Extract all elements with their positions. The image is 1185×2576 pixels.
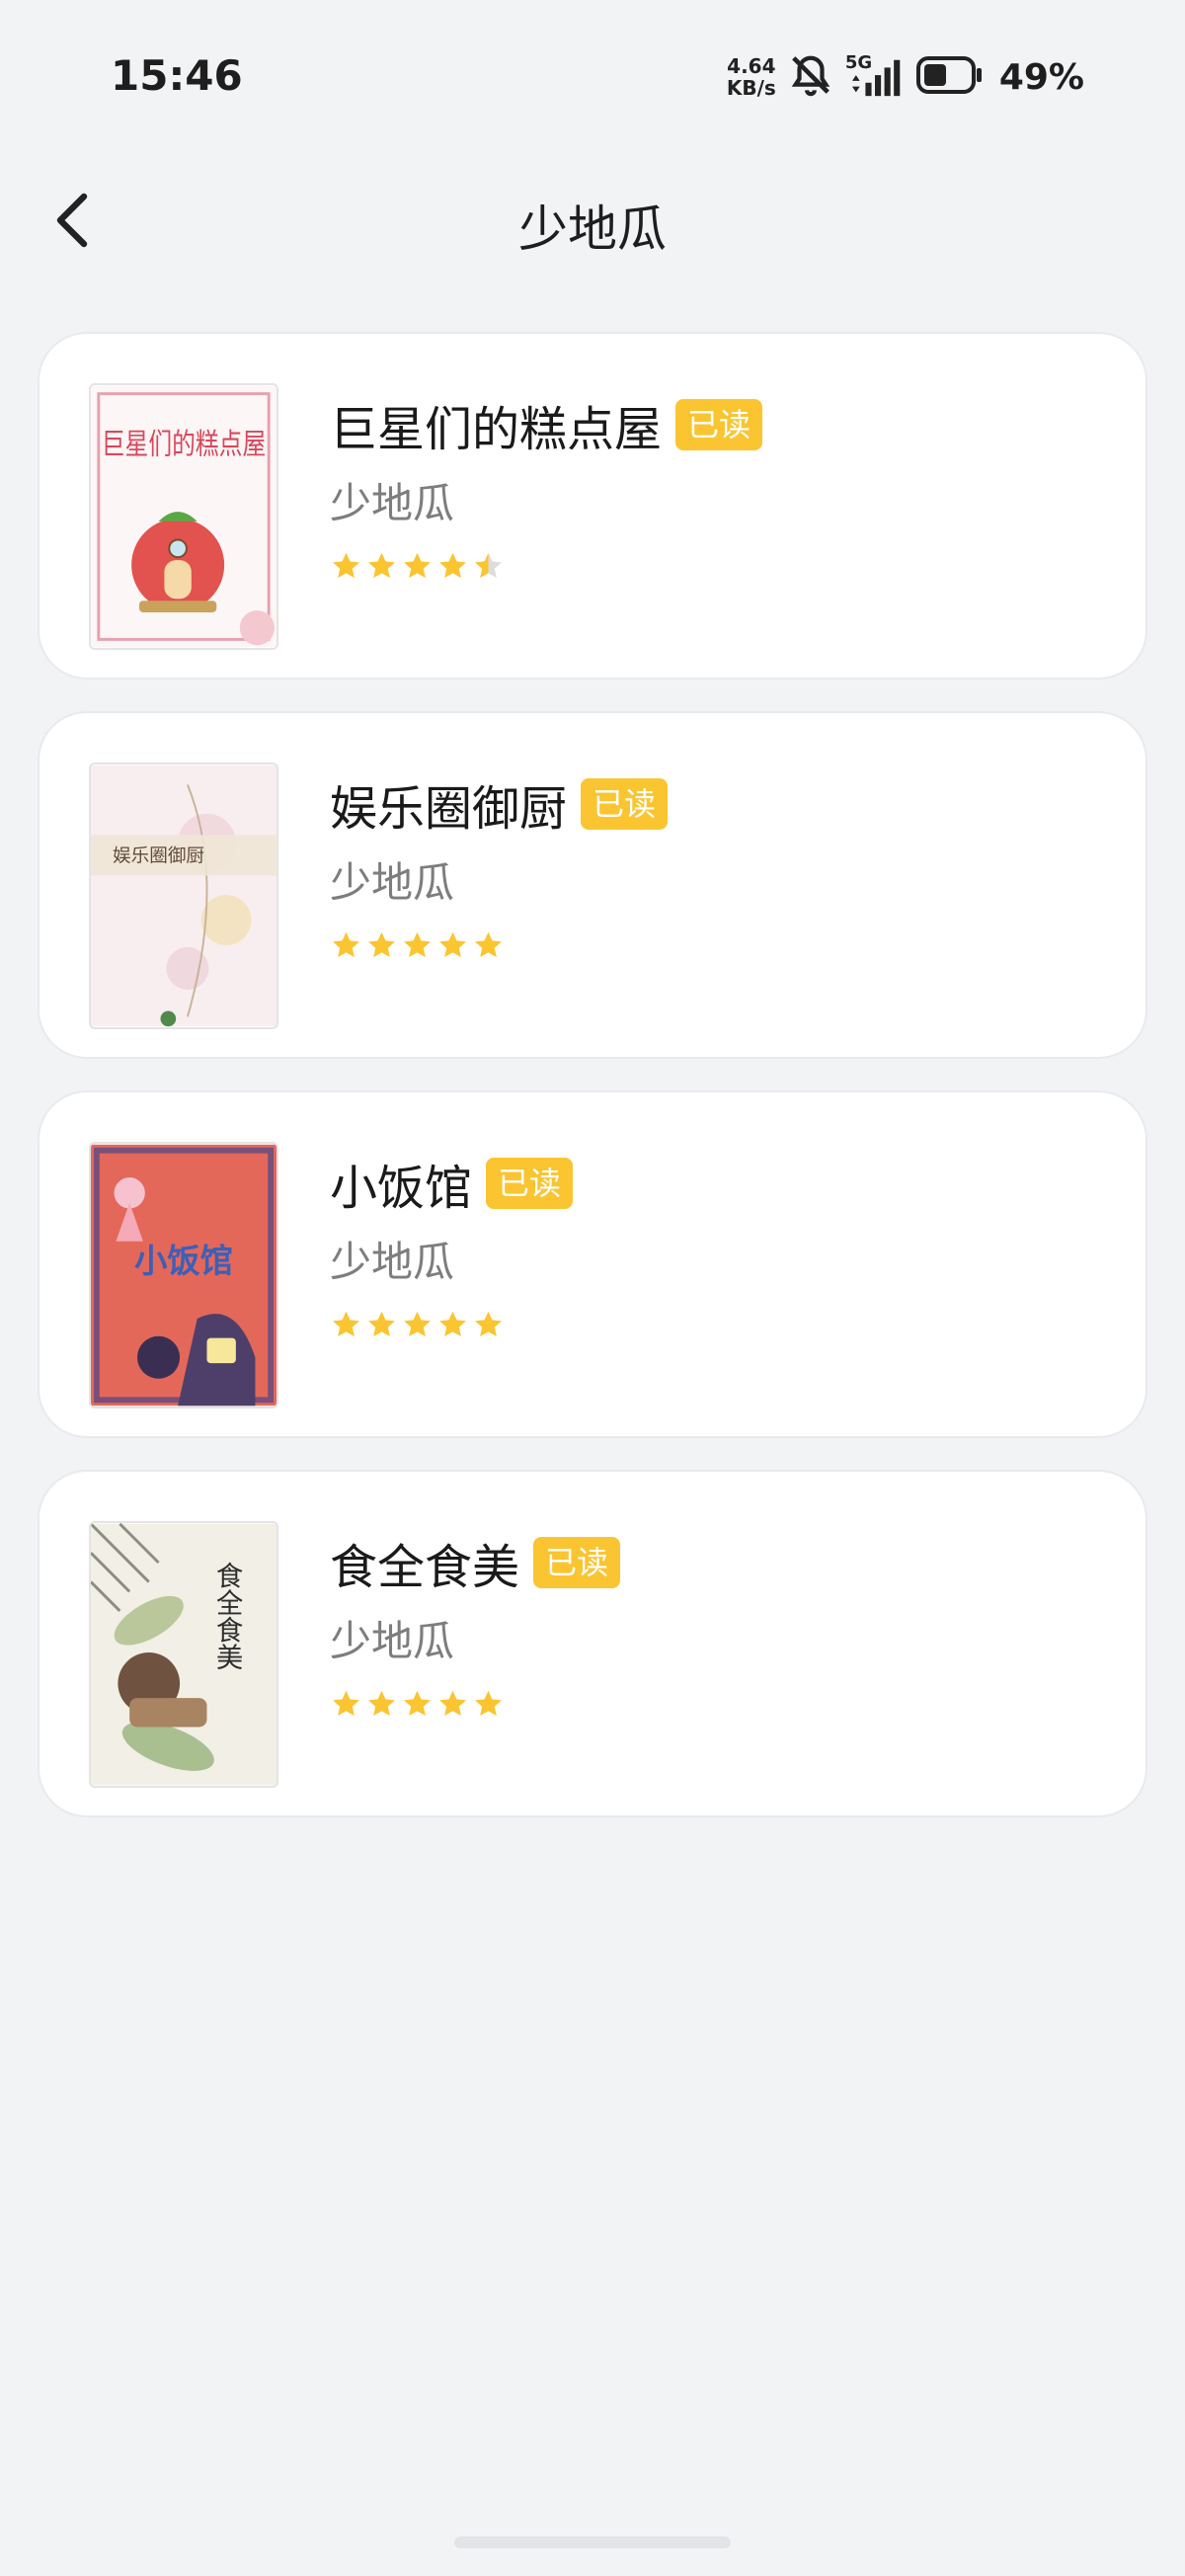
- star-icon: [475, 1690, 502, 1717]
- rating-stars: [330, 929, 1106, 963]
- star-icon: [439, 931, 466, 958]
- star-icon: [404, 931, 431, 958]
- title-row: 食全食美 已读: [330, 1533, 1106, 1595]
- book-author: 少地瓜: [330, 479, 455, 527]
- read-badge: 已读: [581, 778, 669, 830]
- book-cover-text: 食全食美: [211, 1562, 244, 1670]
- signal-icon: 5G: [845, 52, 905, 100]
- title-row: 小饭馆 已读: [330, 1154, 1106, 1216]
- book-title: 小饭馆: [330, 1161, 473, 1216]
- status-time: 15:46: [111, 51, 243, 100]
- bell-muted-icon: [788, 52, 833, 102]
- read-badge: 已读: [675, 399, 763, 450]
- home-indicator[interactable]: [454, 2536, 731, 2548]
- book-card[interactable]: 小饭馆 小饭馆 已读 少地瓜: [38, 1090, 1147, 1438]
- star-icon: [404, 552, 431, 579]
- network-speed-unit: KB/s: [726, 76, 776, 100]
- network-speed-value: 4.64: [727, 54, 776, 78]
- battery-percent: 49%: [998, 56, 1084, 98]
- star-icon: [333, 931, 359, 958]
- star-icon: [368, 931, 395, 958]
- rating-stars: [330, 550, 1106, 584]
- book-card[interactable]: 巨星们的糕点屋 巨星们的糕点屋 已读 少地瓜: [38, 332, 1147, 680]
- star-icon: [333, 1690, 359, 1717]
- book-card[interactable]: 娱乐圈御厨 娱乐圈御厨 已读 少地瓜: [38, 711, 1147, 1059]
- book-info: 巨星们的糕点屋 已读 少地瓜: [330, 395, 1106, 584]
- star-icon: [404, 1690, 431, 1717]
- title-row: 巨星们的糕点屋 已读: [330, 395, 1106, 457]
- star-icon: [333, 1311, 359, 1337]
- book-info: 小饭馆 已读 少地瓜: [330, 1154, 1106, 1342]
- star-icon: [368, 1311, 395, 1337]
- book-card[interactable]: 食全食美 食全食美 已读 少地瓜: [38, 1470, 1147, 1817]
- book-cover-image: 娱乐圈御厨: [91, 765, 276, 1027]
- book-author: 少地瓜: [330, 858, 455, 907]
- read-badge: 已读: [486, 1158, 574, 1209]
- nav-bar: 少地瓜: [0, 168, 1185, 277]
- status-icons: 4.64 KB/s 5G 49%: [727, 49, 1084, 105]
- book-cover[interactable]: 小饭馆: [89, 1142, 278, 1409]
- book-title: 娱乐圈御厨: [330, 781, 568, 837]
- star-icon: [368, 1690, 395, 1717]
- book-author: 少地瓜: [330, 1238, 455, 1286]
- read-badge: 已读: [533, 1537, 621, 1588]
- book-cover[interactable]: 娱乐圈御厨: [89, 763, 278, 1029]
- book-cover[interactable]: 巨星们的糕点屋: [89, 383, 278, 650]
- star-icon: [475, 1311, 502, 1337]
- title-row: 娱乐圈御厨 已读: [330, 774, 1106, 837]
- star-icon: [439, 552, 466, 579]
- page-title: 少地瓜: [518, 201, 667, 258]
- star-icon: [404, 1311, 431, 1337]
- book-cover-image: 食全食美: [91, 1523, 276, 1786]
- book-info: 食全食美 已读 少地瓜: [330, 1533, 1106, 1722]
- book-list: 巨星们的糕点屋 巨星们的糕点屋 已读 少地瓜 娱乐圈御厨 娱乐圈御厨 已读 少地…: [38, 332, 1147, 1849]
- star-icon: [475, 552, 502, 579]
- book-cover-image: 小饭馆: [91, 1144, 276, 1407]
- book-cover-text: 小饭馆: [134, 1242, 233, 1280]
- book-author: 少地瓜: [330, 1617, 455, 1665]
- book-cover-text: 巨星们的糕点屋: [102, 427, 266, 460]
- rating-stars: [330, 1309, 1106, 1342]
- star-icon: [439, 1690, 466, 1717]
- star-icon: [439, 1311, 466, 1337]
- status-bar: 15:46 4.64 KB/s 5G 49%: [0, 0, 1185, 158]
- star-icon: [475, 931, 502, 958]
- book-cover-text: 娱乐圈御厨: [113, 846, 204, 867]
- book-title: 食全食美: [330, 1540, 520, 1595]
- book-cover-image: 巨星们的糕点屋: [91, 385, 276, 648]
- book-title: 巨星们的糕点屋: [330, 402, 663, 457]
- book-cover[interactable]: 食全食美: [89, 1521, 278, 1788]
- rating-stars: [330, 1688, 1106, 1722]
- battery-icon: [915, 56, 984, 98]
- book-info: 娱乐圈御厨 已读 少地瓜: [330, 774, 1106, 963]
- star-icon: [333, 552, 359, 579]
- star-icon: [368, 552, 395, 579]
- network-speed: 4.64 KB/s: [727, 55, 776, 99]
